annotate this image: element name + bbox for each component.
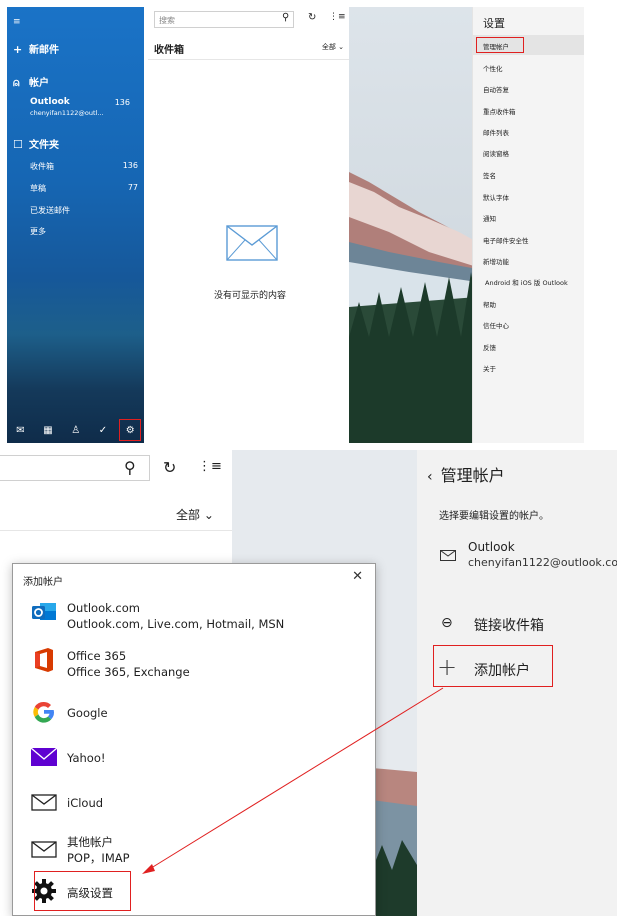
divider [0,530,232,531]
dialog-title: 添加帐户 [23,577,63,588]
settings-item-whats-new[interactable]: 新增功能 [483,256,509,266]
people-icon[interactable]: ♙ [71,425,80,436]
provider-name: 其他帐户 [67,835,113,849]
settings-item-about[interactable]: 关于 [483,363,496,373]
filter-dropdown[interactable]: 全部 ⌄ [176,506,214,523]
top-screenshot: ≡ + 新邮件 ⍝ 帐户 Outlook 136 chenyifan1122@out… [7,7,584,443]
yahoo-icon [31,747,57,766]
provider-desc: Outlook.com, Live.com, Hotmail, MSN [67,617,285,631]
folder-icon: ☐ [13,138,23,151]
provider-name: iCloud [67,796,104,810]
envelope-icon [440,550,456,561]
select-mode-icon[interactable]: ⋮≡ [329,12,346,22]
google-icon [33,701,54,723]
settings-item-notifications[interactable]: 通知 [483,213,496,223]
manage-accounts-title: ‹ 管理帐户 [427,466,505,485]
folder-inbox-count: 136 [122,161,138,170]
advanced-settings-highlight-box [34,871,131,911]
sync-icon[interactable]: ↻ [163,458,176,477]
search-icon[interactable]: ⚲ [282,12,289,23]
select-mode-icon[interactable]: ⋮≡ [198,459,222,474]
provider-office365[interactable]: Office 365 Office 365, Exchange [31,647,361,687]
provider-desc: POP，IMAP [67,851,130,865]
provider-yahoo[interactable]: Yahoo! [31,744,361,784]
envelope-icon [31,794,57,811]
folder-inbox[interactable]: 收件箱 [30,161,54,172]
settings-item-reading-pane[interactable]: 阅读窗格 [483,148,509,158]
folder-more[interactable]: 更多 [30,226,46,237]
manage-accounts-subtitle: 选择要编辑设置的帐户。 [439,511,549,522]
bottom-screenshot: ⚲ ↻ ⋮≡ 全部 ⌄ ‹ 管理帐户 选择要编辑设置的帐户。 Outlook ch… [0,450,617,916]
search-icon[interactable]: ⚲ [124,458,136,477]
chevron-down-icon: ⌄ [338,43,344,51]
add-account-dialog: 添加帐户 ✕ Outlook.com Outlook.com, Live.com… [12,563,376,916]
provider-other[interactable]: 其他帐户 POP，IMAP [31,832,361,872]
settings-panel: 设置 管理帐户 个性化 自动答复 重点收件箱 邮件列表 阅读窗格 签名 默认字体… [472,7,584,443]
sidebar: ≡ + 新邮件 ⍝ 帐户 Outlook 136 chenyifan1122@out… [7,7,144,443]
settings-item-feedback[interactable]: 反馈 [483,342,496,352]
divider [148,59,352,60]
chevron-down-icon: ⌄ [203,508,214,522]
settings-item-personalization[interactable]: 个性化 [483,63,503,73]
settings-item-trust-center[interactable]: 信任中心 [483,320,509,330]
account-email: chenyifan1122@outl... [30,109,104,117]
calendar-icon[interactable]: ▦ [43,425,52,436]
settings-item-auto-reply[interactable]: 自动答复 [483,84,509,94]
settings-item-signature[interactable]: 签名 [483,170,496,180]
background-image [349,7,477,443]
envelope-icon [31,841,57,858]
mail-icon[interactable]: ✉ [16,425,24,436]
settings-item-message-list[interactable]: 邮件列表 [483,127,509,137]
search-input[interactable]: 搜索 [154,11,294,28]
settings-item-focused-inbox[interactable]: 重点收件箱 [483,106,516,116]
provider-desc: Office 365, Exchange [67,665,190,679]
filter-dropdown[interactable]: 全部 ⌄ [322,42,344,52]
mail-list-pane: 搜索 ⚲ ↻ ⋮≡ 收件箱 全部 ⌄ 没有可显示的内容 [148,7,352,443]
provider-google[interactable]: Google [31,699,361,739]
outlook-icon [32,603,56,620]
link-inboxes-button[interactable]: 链接收件箱 [474,615,544,635]
account-name[interactable]: Outlook [468,540,515,554]
new-mail-button[interactable]: + 新邮件 [13,41,59,56]
accounts-header[interactable]: ⍝ 帐户 [13,74,49,90]
empty-state-text: 没有可显示的内容 [213,291,286,301]
person-icon: ⍝ [13,76,20,89]
manage-accounts-highlight-box [476,37,524,53]
provider-name: Yahoo! [67,751,106,765]
todo-icon[interactable]: ✓ [99,425,107,436]
settings-item-default-font[interactable]: 默认字体 [483,192,509,202]
provider-outlook[interactable]: Outlook.com Outlook.com, Live.com, Hotma… [31,599,361,639]
settings-item-email-security[interactable]: 电子邮件安全性 [483,235,529,245]
folder-sent[interactable]: 已发送邮件 [30,205,70,216]
account-email: chenyifan1122@outlook.com [468,556,617,569]
folder-drafts-count: 77 [127,183,138,192]
gear-highlight-box [119,419,141,441]
plus-icon: + [13,43,23,56]
provider-name: Office 365 [67,649,127,663]
add-account-highlight-box [433,645,553,687]
provider-icloud[interactable]: iCloud [31,789,361,829]
settings-title: 设置 [483,17,505,30]
folders-header[interactable]: ☐ 文件夹 [13,136,59,151]
office-icon [35,648,53,672]
hamburger-icon[interactable]: ≡ [13,17,21,27]
inbox-title: 收件箱 [154,45,184,56]
back-chevron-icon[interactable]: ‹ [427,469,433,485]
provider-name: Outlook.com [67,601,140,615]
settings-item-help[interactable]: 帮助 [483,299,496,309]
link-icon: ⊖ [441,615,453,631]
empty-envelope-icon [226,225,278,261]
account-name[interactable]: Outlook [30,97,70,107]
folder-drafts[interactable]: 草稿 [30,183,46,194]
account-count: 136 [114,98,130,107]
close-icon[interactable]: ✕ [352,569,363,584]
provider-name: Google [67,706,108,720]
settings-item-mobile-outlook[interactable]: Android 和 iOS 版 Outlook [485,277,568,287]
sync-icon[interactable]: ↻ [308,12,316,23]
manage-accounts-panel: ‹ 管理帐户 选择要编辑设置的帐户。 Outlook chenyifan1122@… [417,450,617,916]
